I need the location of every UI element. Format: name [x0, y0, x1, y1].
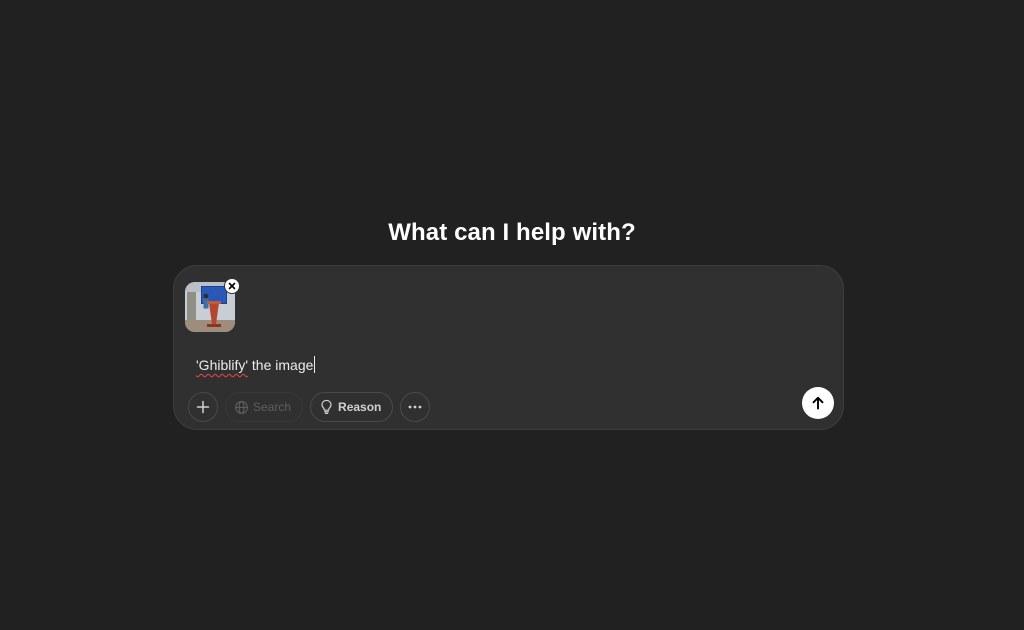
remove-attachment-button[interactable]	[224, 278, 240, 294]
reason-button[interactable]: Reason	[310, 392, 394, 422]
composer-toolbar: Search Reason	[188, 391, 431, 423]
close-icon	[228, 282, 236, 290]
globe-icon	[235, 400, 248, 414]
arrow-up-icon	[812, 396, 824, 410]
search-button-label: Search	[253, 400, 292, 414]
ellipsis-icon	[408, 405, 422, 409]
prompt-misspelled-word: 'Ghiblify'	[196, 357, 249, 373]
prompt-text: the image	[248, 357, 314, 373]
prompt-input[interactable]: 'Ghiblify' the image	[196, 355, 316, 375]
send-button[interactable]	[802, 387, 834, 419]
page-title: What can I help with?	[388, 219, 636, 246]
plus-icon	[196, 400, 210, 414]
message-composer[interactable]: 'Ghiblify' the image Search Reason	[173, 265, 844, 430]
text-caret	[314, 356, 316, 373]
more-options-button[interactable]	[400, 392, 431, 422]
search-button[interactable]: Search	[225, 392, 304, 422]
chat-page: What can I help with? 'Ghiblify' the ima…	[0, 0, 1024, 630]
image-attachment[interactable]	[185, 278, 240, 332]
reason-button-label: Reason	[338, 400, 382, 414]
lightbulb-icon	[321, 399, 332, 414]
add-attachment-button[interactable]	[188, 392, 218, 422]
